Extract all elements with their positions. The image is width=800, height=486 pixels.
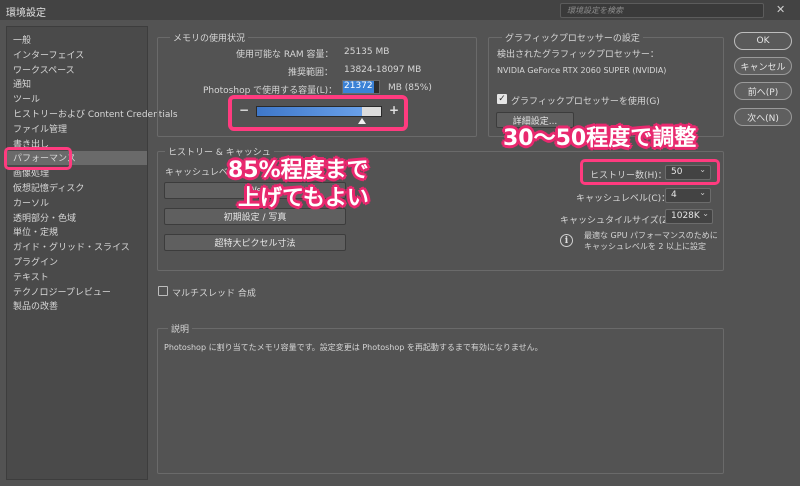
prev-button[interactable]: 前へ(P): [734, 82, 792, 100]
multithread-label: マルチスレッド 合成: [172, 289, 256, 299]
sidebar-item[interactable]: ツール: [13, 92, 40, 106]
memory-use-suffix: MB (85%): [388, 83, 432, 93]
chevron-down-icon: ⌄: [702, 209, 709, 218]
search-input[interactable]: 環境設定を検索: [560, 3, 764, 18]
chevron-down-icon: ⌄: [699, 188, 706, 197]
use-gpu-checkbox[interactable]: ✓: [497, 94, 507, 104]
sidebar-selection-highlight: [4, 147, 72, 170]
memory-decrease-button[interactable]: −: [239, 103, 249, 117]
multithread-checkbox[interactable]: [158, 286, 168, 296]
tile-size-select[interactable]: 1028K ⌄: [665, 209, 713, 224]
ok-button[interactable]: OK: [734, 32, 792, 50]
memory-slider-thumb[interactable]: [358, 118, 366, 124]
sidebar-item[interactable]: テクノロジープレビュー: [13, 285, 111, 299]
gpu-detected-label: 検出されたグラフィックプロセッサー：: [497, 50, 659, 60]
history-states-select[interactable]: 50 ⌄: [665, 165, 711, 180]
sidebar-item[interactable]: 製品の改善: [13, 299, 58, 313]
sidebar: 一般 インターフェイス ワークスペース 通知 ツール ヒストリーおよび Content C…: [6, 26, 178, 480]
gpu-legend: グラフィックプロセッサーの設定: [502, 31, 643, 44]
memory-slider-fill: [257, 107, 362, 116]
sidebar-item[interactable]: 通知: [13, 77, 31, 91]
cancel-button[interactable]: キャンセル: [734, 57, 792, 75]
cache-level-label-left: キャッシュレベル: [165, 168, 237, 178]
history-annotation: 30～50程度で調整: [503, 126, 697, 151]
info-icon: i: [560, 234, 573, 247]
description-legend: 説明: [168, 322, 193, 335]
ram-value: 25135 MB: [344, 47, 390, 57]
description-text: Photoshop に割り当てたメモリ容量です。設定変更は Photoshop …: [164, 343, 543, 352]
sidebar-item[interactable]: 仮想記憶ディスク: [13, 181, 84, 195]
sidebar-item[interactable]: テキスト: [13, 270, 49, 284]
close-icon[interactable]: ✕: [776, 3, 785, 16]
next-button[interactable]: 次へ(N): [734, 108, 792, 126]
sidebar-item[interactable]: 一般: [13, 33, 31, 47]
sidebar-item[interactable]: ガイド・グリッド・スライス: [13, 240, 130, 254]
window-title: 環境設定: [6, 8, 46, 19]
memory-increase-button[interactable]: +: [389, 103, 399, 117]
info-text-line2: キャッシュレベルを 2 以上に設定: [584, 242, 707, 251]
preset-huge-button[interactable]: 超特大ピクセル寸法: [164, 234, 346, 251]
check-icon: ✓: [498, 94, 506, 104]
history-states-value: 50: [671, 167, 683, 177]
range-value: 13824-18097 MB: [344, 65, 422, 75]
sidebar-item[interactable]: インターフェイス: [13, 48, 84, 62]
cache-levels-value: 4: [671, 190, 677, 200]
sidebar-item[interactable]: 透明部分・色域: [13, 211, 76, 225]
info-text-line1: 最適な GPU パフォーマンスのために: [584, 231, 718, 240]
history-states-label: ヒストリー数(H)：: [590, 171, 667, 181]
sidebar-item[interactable]: ワークスペース: [13, 63, 75, 77]
sidebar-item[interactable]: ヒストリーおよび Content Credentials: [13, 107, 178, 121]
chevron-down-icon: ⌄: [699, 165, 706, 174]
ram-label: 使用可能な RAM 容量：: [236, 50, 334, 60]
sidebar-item[interactable]: 単位・定規: [13, 225, 58, 239]
use-gpu-label: グラフィックプロセッサーを使用(G): [511, 97, 660, 107]
tile-size-label: キャッシュタイルサイズ(Z)：: [560, 216, 681, 226]
cache-levels-label: キャッシュレベル(C)：: [576, 194, 671, 204]
gpu-name: NVIDIA GeForce RTX 2060 SUPER (NVIDIA): [497, 66, 667, 75]
sidebar-item[interactable]: ファイル管理: [13, 122, 67, 136]
tile-size-value: 1028K: [671, 211, 700, 221]
memory-legend: メモリの使用状況: [170, 31, 249, 44]
memory-use-value: 21372: [343, 81, 374, 93]
memory-annotation-line2: 上げてもよい: [238, 186, 369, 211]
sidebar-item[interactable]: プラグイン: [13, 255, 58, 269]
sidebar-item[interactable]: カーソル: [13, 196, 49, 210]
cache-levels-select[interactable]: 4 ⌄: [665, 188, 711, 203]
range-label: 推奨範囲：: [288, 68, 334, 78]
